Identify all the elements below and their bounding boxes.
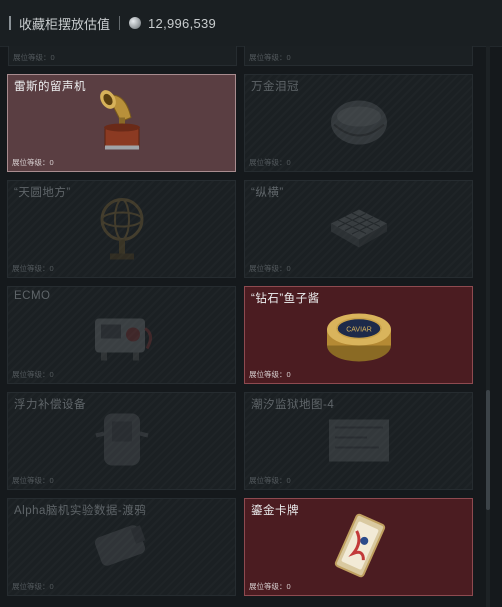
header-title: 收藏柜摆放估值 — [19, 16, 111, 32]
collection-card-gramophone[interactable]: 雷斯的留声机 展位等级：0 — [7, 74, 236, 172]
partial-card-left[interactable]: 展位等级：0 — [8, 46, 237, 66]
collection-card-crown[interactable]: 万金泪冠 展位等级：0 — [244, 74, 473, 172]
collection-card-ecmo[interactable]: ECMO 展位等级：0 — [7, 286, 236, 384]
booth-level-label: 展位等级：0 — [249, 264, 291, 273]
data-drive-icon — [87, 516, 157, 581]
booth-level-label: 展位等级：0 — [249, 53, 291, 62]
card-name: “天圆地方” — [14, 187, 71, 199]
partial-card-right[interactable]: 展位等级：0 — [244, 46, 473, 66]
card-name: “纵横” — [251, 187, 284, 199]
armillary-sphere-icon — [92, 193, 152, 268]
header-accent-bar — [9, 16, 11, 30]
caviar-tin-label: CAVIAR — [346, 326, 372, 333]
scrollbar-track[interactable] — [486, 46, 490, 607]
booth-level-label: 展位等级：0 — [12, 582, 54, 591]
card-name: 雷斯的留声机 — [14, 81, 86, 93]
collection-card-armillary[interactable]: “天圆地方” 展位等级：0 — [7, 180, 236, 278]
header-divider — [119, 16, 121, 30]
chessboard-icon — [327, 203, 391, 258]
booth-level-label: 展位等级：0 — [249, 476, 291, 485]
booth-level-label: 展位等级：0 — [249, 370, 291, 379]
ecmo-machine-icon — [87, 304, 157, 369]
map-icon — [327, 417, 391, 468]
card-name: 浮力补偿设备 — [14, 399, 86, 411]
card-name: 万金泪冠 — [251, 81, 299, 93]
buoyancy-device-icon — [92, 405, 152, 480]
collection-card-alpha-data[interactable]: Alpha脑机实验数据-渡鸦 展位等级：0 — [7, 498, 236, 596]
gramophone-icon — [87, 87, 157, 162]
card-name: 潮汐监狱地图-4 — [251, 399, 335, 411]
booth-level-label: 展位等级：0 — [249, 582, 291, 591]
crown-icon — [324, 94, 394, 155]
silver-coin-icon — [129, 17, 142, 29]
collection-card-chessboard[interactable]: “纵横” 展位等级：0 — [244, 180, 473, 278]
caviar-tin-icon: CAVIAR — [321, 301, 397, 372]
gilded-card-icon — [329, 511, 389, 586]
booth-level-label: 展位等级：0 — [249, 158, 291, 167]
collection-card-map[interactable]: 潮汐监狱地图-4 展位等级：0 — [244, 392, 473, 490]
collection-card-caviar[interactable]: “钻石”鱼子酱 CAVIAR 展位等级：0 — [244, 286, 473, 384]
collection-grid[interactable]: 展位等级：0 展位等级：0 雷斯的留声机 展位等级：0 万金泪冠 展位等级：0 … — [0, 46, 482, 607]
collection-card-buoyancy[interactable]: 浮力补偿设备 展位等级：0 — [7, 392, 236, 490]
booth-level-label: 展位等级：0 — [13, 53, 55, 62]
booth-level-label: 展位等级：0 — [12, 370, 54, 379]
booth-level-label: 展位等级：0 — [12, 158, 54, 167]
card-name: 鎏金卡牌 — [251, 505, 299, 517]
collection-card-gilded[interactable]: 鎏金卡牌 展位等级：0 — [244, 498, 473, 596]
card-name: “钻石”鱼子酱 — [251, 293, 320, 305]
booth-level-label: 展位等级：0 — [12, 476, 54, 485]
booth-level-label: 展位等级：0 — [12, 264, 54, 273]
header-value: 12,996,539 — [148, 15, 217, 31]
scrollbar-thumb[interactable] — [486, 390, 490, 510]
header-bar: 收藏柜摆放估值 12,996,539 — [0, 0, 502, 47]
card-name: ECMO — [14, 290, 51, 302]
